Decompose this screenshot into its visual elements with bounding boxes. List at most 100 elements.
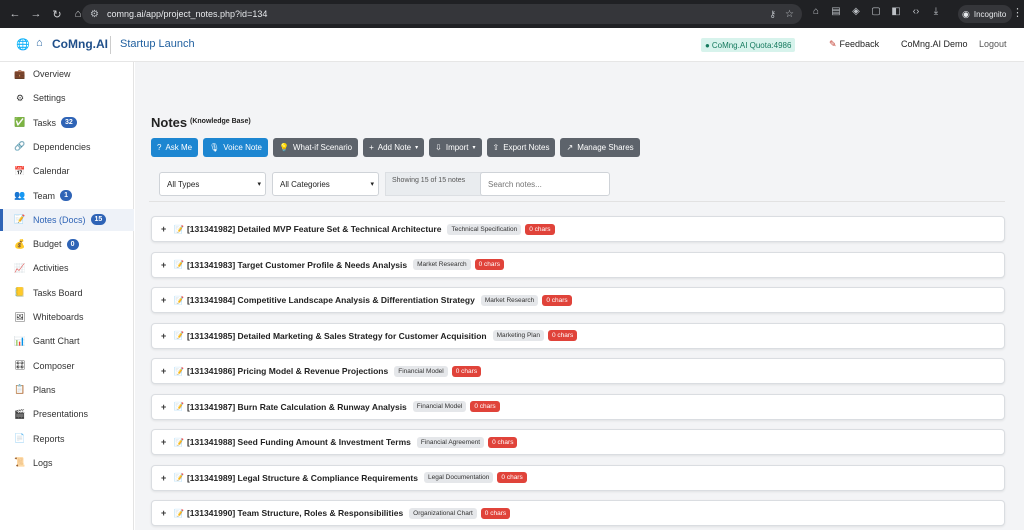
check-icon: ✅ (14, 117, 26, 128)
presentation-icon: 🎬 (14, 408, 26, 419)
ask-me-button[interactable]: ? Ask Me (151, 138, 199, 157)
sidepanel-icon[interactable]: ◧ (890, 6, 902, 17)
note-row[interactable]: + 📝 [131341988] Seed Funding Amount & Inve… (151, 429, 1005, 455)
sidebar-item-overview[interactable]: 💼 Overview (0, 63, 134, 85)
feedback-link[interactable]: ✎ Feedback (829, 39, 879, 50)
globe-icon[interactable]: 🌐 (16, 38, 30, 51)
note-title[interactable]: [131341988] Seed Funding Amount & Invest… (187, 437, 411, 447)
expand-plus-icon[interactable]: + (161, 224, 171, 234)
expand-plus-icon[interactable]: + (161, 366, 171, 376)
note-row[interactable]: + 📝 [131341985] Detailed Marketing & Sales… (151, 322, 1005, 349)
sidebar-item-logs[interactable]: 📜 Logs (0, 452, 134, 474)
notes-icon: 📝 (14, 214, 26, 225)
char-count-badge: 0 chars (547, 330, 578, 341)
sidebar-item-activities[interactable]: 📈 Activities (0, 257, 134, 279)
import-button[interactable]: ⇩ Import ▾ (429, 138, 482, 157)
button-label: Export Notes (503, 143, 550, 152)
devtools-icon[interactable]: ‹› (910, 6, 922, 17)
extension-icon[interactable]: ◈ (850, 6, 862, 17)
browser-menu-icon[interactable]: ⋮ (1012, 6, 1023, 19)
char-count-badge: 0 chars (525, 223, 555, 235)
expand-plus-icon[interactable]: + (161, 295, 171, 305)
search-input[interactable] (480, 172, 610, 196)
sidebar-item-team[interactable]: 👥 Team 1 (0, 185, 134, 207)
address-bar[interactable]: ⚙ comng.ai/app/project_notes.php?id=134 … (82, 4, 802, 24)
note-row[interactable]: + 📝 [131341986] Pricing Model & Revenue Pr… (151, 358, 1005, 384)
filters-bar: All Types ▾ All Categories ▾ Showing 15 … (149, 172, 1005, 202)
category-filter-select[interactable]: All Categories ▾ (272, 172, 379, 196)
briefcase-icon: 💼 (14, 68, 26, 79)
site-info-icon[interactable]: ⚙ (90, 9, 99, 20)
plans-icon: 📋 (14, 384, 26, 395)
sidebar-item-notes-docs[interactable]: 📝 Notes (Docs) 15 (0, 208, 134, 231)
sidebar-item-calendar[interactable]: 📅 Calendar (0, 160, 134, 182)
note-row[interactable]: + 📝 [131341984] Competitive Landscape Anal… (151, 287, 1005, 313)
note-title[interactable]: [131341990] Team Structure, Roles & Resp… (187, 508, 403, 518)
extension-icon[interactable]: ▢ (870, 6, 882, 17)
count-badge: 15 (90, 214, 107, 226)
back-arrow-icon[interactable]: ← (6, 5, 24, 23)
sidebar-item-composer[interactable]: 🎛 Composer (0, 355, 134, 377)
logout-link[interactable]: Logout (979, 39, 1007, 49)
manage-shares-button[interactable]: ↗ Manage Shares (560, 138, 640, 157)
note-type-tag: Legal Documentation (423, 472, 494, 483)
sidebar-item-label: Budget (33, 239, 62, 250)
incognito-badge[interactable]: ◉ Incognito (958, 5, 1013, 23)
note-icon: 📝 (174, 473, 184, 482)
caret-down-icon: ▾ (472, 145, 476, 151)
user-name[interactable]: CoMng.AI Demo (901, 39, 968, 49)
note-title[interactable]: [131341984] Competitive Landscape Analys… (187, 295, 475, 305)
sidebar-item-tasks[interactable]: ✅ Tasks 32 (0, 112, 134, 134)
note-title[interactable]: [131341987] Burn Rate Calculation & Runw… (187, 402, 407, 412)
question-icon: ? (157, 143, 162, 152)
logs-icon: 📜 (14, 457, 26, 468)
sidebar-item-reports[interactable]: 📄 Reports (0, 428, 134, 450)
sidebar-item-plans[interactable]: 📋 Plans (0, 379, 134, 401)
voice-note-button[interactable]: 🎙 Voice Note (203, 138, 268, 157)
expand-plus-icon[interactable]: + (161, 402, 171, 412)
expand-plus-icon[interactable]: + (161, 260, 171, 270)
note-title[interactable]: [131341983] Target Customer Profile & Ne… (187, 260, 407, 270)
home-icon[interactable]: ⌂ (36, 37, 43, 49)
extension-icon[interactable]: ⌂ (810, 6, 822, 17)
type-filter-select[interactable]: All Types ▾ (159, 172, 266, 196)
note-row[interactable]: + 📝 [131341989] Legal Structure & Complian… (151, 464, 1005, 491)
extension-icon[interactable]: ▤ (830, 6, 842, 17)
note-title[interactable]: [131341982] Detailed MVP Feature Set & T… (187, 224, 441, 234)
expand-plus-icon[interactable]: + (161, 331, 171, 341)
note-title[interactable]: [131341989] Legal Structure & Compliance… (187, 473, 418, 483)
password-key-icon[interactable]: ⚷ (769, 9, 776, 20)
expand-plus-icon[interactable]: + (161, 437, 171, 447)
char-count-badge: 0 chars (470, 401, 500, 412)
note-row[interactable]: + 📝 [131341982] Detailed MVP Feature Set &… (151, 216, 1005, 242)
sidebar-item-dependencies[interactable]: 🔗 Dependencies (0, 136, 134, 158)
note-row[interactable]: + 📝 [131341983] Target Customer Profile & … (151, 251, 1005, 278)
char-count-badge: 0 chars (474, 259, 504, 270)
download-icon[interactable]: ⤓ (930, 6, 942, 17)
sidebar-item-budget[interactable]: 💰 Budget 0 (0, 233, 134, 255)
note-row[interactable]: + 📝 [131341990] Team Structure, Roles & Re… (151, 500, 1005, 526)
expand-plus-icon[interactable]: + (161, 473, 171, 483)
bookmark-star-icon[interactable]: ☆ (785, 9, 794, 20)
sidebar-item-gantt-chart[interactable]: 📊 Gantt Chart (0, 330, 134, 352)
sidebar-item-whiteboards[interactable]: 🖼 Whiteboards (0, 306, 134, 328)
sidebar-item-tasks-board[interactable]: 📒 Tasks Board (0, 282, 134, 304)
expand-plus-icon[interactable]: + (161, 508, 171, 518)
sidebar-item-label: Whiteboards (33, 312, 84, 322)
add-note-button[interactable]: + Add Note ▾ (363, 138, 425, 157)
reload-icon[interactable]: ↻ (48, 5, 66, 23)
char-count-badge: 0 chars (480, 507, 511, 519)
export-notes-button[interactable]: ⇧ Export Notes (486, 138, 556, 157)
forward-arrow-icon[interactable]: → (27, 5, 45, 23)
project-name[interactable]: Startup Launch (120, 38, 195, 50)
sidebar-item-label: Overview (33, 69, 71, 79)
note-title[interactable]: [131341985] Detailed Marketing & Sales S… (187, 331, 487, 341)
what-if-scenario-button[interactable]: 💡 What-if Scenario (272, 138, 359, 157)
sidebar-item-presentations[interactable]: 🎬 Presentations (0, 403, 134, 425)
note-title[interactable]: [131341986] Pricing Model & Revenue Proj… (187, 366, 388, 376)
sidebar-item-settings[interactable]: ⚙ Settings (0, 87, 134, 109)
brand-logo[interactable]: CoMng.AI (52, 37, 108, 51)
note-type-tag: Market Research (480, 294, 539, 306)
pencil-icon: ✎ (829, 39, 837, 49)
note-row[interactable]: + 📝 [131341987] Burn Rate Calculation & Ru… (151, 393, 1005, 420)
